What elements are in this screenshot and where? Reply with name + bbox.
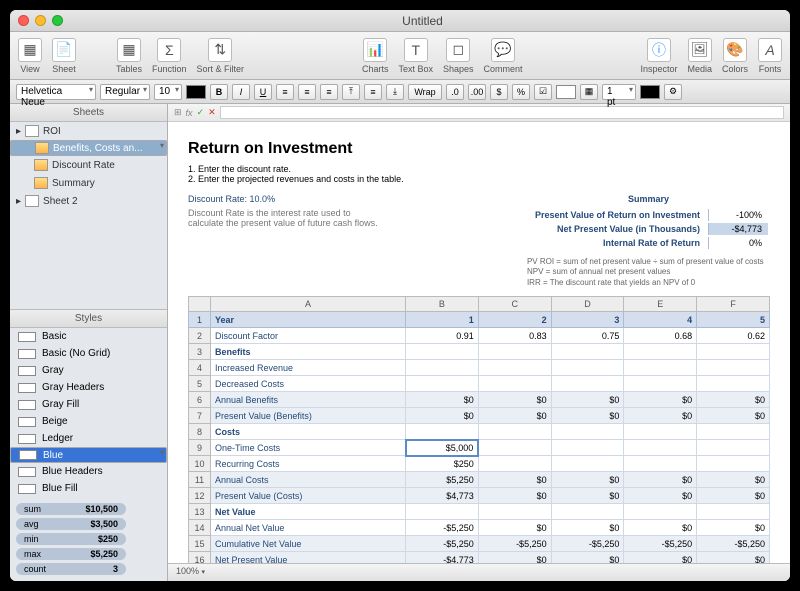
sheet-button[interactable]: 📄Sheet xyxy=(52,38,76,74)
font-select[interactable]: Helvetica Neue xyxy=(16,84,96,100)
formula-bar: ⊞ fx ✓ ✕ xyxy=(168,104,790,122)
style-item[interactable]: Gray Fill xyxy=(10,396,167,413)
style-item[interactable]: Basic (No Grid) xyxy=(10,345,167,362)
colors-button[interactable]: 🎨Colors xyxy=(722,38,748,74)
style-item[interactable]: Ledger xyxy=(10,430,167,447)
summary-block: Summary Present Value of Return on Inves… xyxy=(527,194,770,288)
stroke-color[interactable] xyxy=(640,85,660,99)
style-item[interactable]: Beige xyxy=(10,413,167,430)
wrap-button[interactable]: Wrap xyxy=(408,84,442,100)
weight-select[interactable]: Regular xyxy=(100,84,150,100)
style-item[interactable]: Blue xyxy=(10,447,167,463)
cancel-icon[interactable]: ✕ xyxy=(208,107,216,118)
minimize-icon[interactable] xyxy=(35,15,46,26)
align-middle-button[interactable]: ≡ xyxy=(364,84,382,100)
app-window: Untitled ▦View 📄Sheet ▦Tables ΣFunction … xyxy=(10,10,790,581)
format-bar: Helvetica Neue Regular 10 B I U ≡ ≡ ≡ ⤒ … xyxy=(10,80,790,104)
tables-button[interactable]: ▦Tables xyxy=(116,38,142,74)
underline-button[interactable]: U xyxy=(254,84,272,100)
bold-button[interactable]: B xyxy=(210,84,228,100)
stat-avg: avg$3,500 xyxy=(16,518,126,530)
shapes-button[interactable]: ◻Shapes xyxy=(443,38,474,74)
align-bottom-button[interactable]: ⤓ xyxy=(386,84,404,100)
stroke-select[interactable]: 1 pt xyxy=(602,84,636,100)
sidebar: Sheets ▸ ROI Benefits, Costs an... Disco… xyxy=(10,104,168,581)
window-title: Untitled xyxy=(63,14,782,28)
style-item[interactable]: Blue Headers xyxy=(10,463,167,480)
style-item[interactable]: Gray xyxy=(10,362,167,379)
textbox-button[interactable]: TText Box xyxy=(398,38,433,74)
close-icon[interactable] xyxy=(18,15,29,26)
zoom-level[interactable]: 100% xyxy=(176,566,199,576)
align-top-button[interactable]: ⤒ xyxy=(342,84,360,100)
style-item[interactable]: Gray Headers xyxy=(10,379,167,396)
media-button[interactable]: 🖼Media xyxy=(687,38,712,74)
function-button[interactable]: ΣFunction xyxy=(152,38,187,74)
inspector-button[interactable]: ⓘInspector xyxy=(640,38,677,74)
sidebar-item[interactable]: ▸ ROI xyxy=(10,122,167,140)
sidebar-item[interactable]: Discount Rate xyxy=(10,156,167,174)
percent-button[interactable]: % xyxy=(512,84,530,100)
fonts-button[interactable]: AFonts xyxy=(758,38,782,74)
italic-button[interactable]: I xyxy=(232,84,250,100)
decimal-button[interactable]: .0 xyxy=(446,84,464,100)
page-title: Return on Investment xyxy=(188,140,770,158)
intro-steps: 1. Enter the discount rate. 2. Enter the… xyxy=(188,164,770,184)
sort-filter-button[interactable]: ⇅Sort & Filter xyxy=(197,38,245,74)
style-item[interactable]: Basic xyxy=(10,328,167,345)
discount-rate-value[interactable]: 10.0% xyxy=(250,194,276,204)
align-left-button[interactable]: ≡ xyxy=(276,84,294,100)
titlebar: Untitled xyxy=(10,10,790,32)
discount-rate-label: Discount Rate: xyxy=(188,194,247,204)
stat-sum: sum$10,500 xyxy=(16,503,126,515)
view-button[interactable]: ▦View xyxy=(18,38,42,74)
sidebar-item[interactable]: ▸ Sheet 2 xyxy=(10,192,167,210)
fill-color[interactable] xyxy=(556,85,576,99)
size-select[interactable]: 10 xyxy=(154,84,182,100)
align-right-button[interactable]: ≡ xyxy=(320,84,338,100)
sheets-list: ▸ ROI Benefits, Costs an... Discount Rat… xyxy=(10,122,167,309)
document-canvas[interactable]: Return on Investment 1. Enter the discou… xyxy=(168,122,790,563)
comment-button[interactable]: 💬Comment xyxy=(484,38,523,74)
formula-input[interactable] xyxy=(220,106,784,119)
sidebar-item[interactable]: Summary xyxy=(10,174,167,192)
stat-count: count3 xyxy=(16,563,126,575)
discount-rate-desc: Discount Rate is the interest rate used … xyxy=(188,208,388,228)
stats-panel: sum$10,500 avg$3,500 min$250 max$5,250 c… xyxy=(10,497,167,581)
text-color[interactable] xyxy=(186,85,206,99)
stat-min: min$250 xyxy=(16,533,126,545)
action-button[interactable]: ⚙ xyxy=(664,84,682,100)
stat-max: max$5,250 xyxy=(16,548,126,560)
borders-button[interactable]: ▦ xyxy=(580,84,598,100)
accept-icon[interactable]: ✓ xyxy=(197,107,205,118)
currency-button[interactable]: $ xyxy=(490,84,508,100)
decimal2-button[interactable]: .00 xyxy=(468,84,486,100)
align-center-button[interactable]: ≡ xyxy=(298,84,316,100)
style-item[interactable]: Blue Fill xyxy=(10,480,167,497)
checkbox-button[interactable]: ☑ xyxy=(534,84,552,100)
sidebar-item[interactable]: Benefits, Costs an... xyxy=(10,140,167,156)
styles-header: Styles xyxy=(10,310,167,328)
spreadsheet-table[interactable]: ABCDEF1Year123452Discount Factor0.910.83… xyxy=(188,296,770,563)
charts-button[interactable]: 📊Charts xyxy=(362,38,389,74)
footer: 100% ▾ xyxy=(168,563,790,581)
zoom-icon[interactable] xyxy=(52,15,63,26)
main-toolbar: ▦View 📄Sheet ▦Tables ΣFunction ⇅Sort & F… xyxy=(10,32,790,80)
